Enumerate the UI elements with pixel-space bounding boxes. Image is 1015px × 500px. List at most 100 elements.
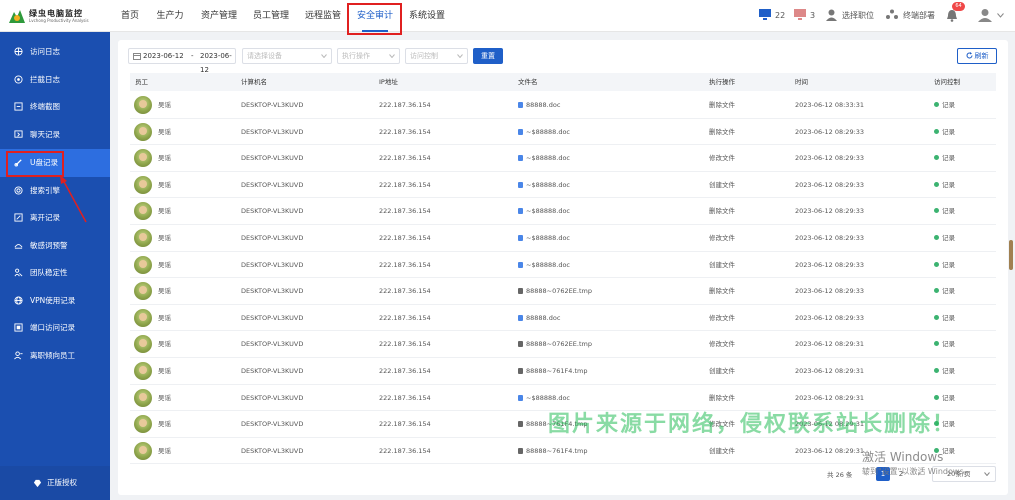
cell-user: 吴谣 xyxy=(158,234,171,242)
file-icon xyxy=(518,288,523,295)
sidebar-item-leave-log[interactable]: 离开记录 xyxy=(0,204,110,231)
cell-filename: ~$88888.doc xyxy=(518,198,570,224)
table-row[interactable]: 吴谣 DESKTOP-VL3KUVD 222.187.36.154 88888~076… xyxy=(130,278,996,305)
file-icon xyxy=(518,128,523,135)
cell-ip: 222.187.36.154 xyxy=(379,420,431,429)
table-row[interactable]: 吴谣 DESKTOP-VL3KUVD 222.187.36.154 ~$88888.d… xyxy=(130,198,996,225)
top-bar: 绿虫电脑监控 Lvchong Productivity Analysis 首页 … xyxy=(0,0,1015,32)
chevron-down-icon[interactable] xyxy=(997,13,1004,18)
avatar[interactable] xyxy=(134,282,152,301)
terminal-deploy[interactable]: 终端部署 xyxy=(903,0,935,32)
sidebar-item-search-engine[interactable]: 搜索引擎 xyxy=(0,177,110,204)
col-access: 访问控制 xyxy=(934,78,960,86)
sidebar-item-vpn-log[interactable]: VPN使用记录 xyxy=(0,287,110,314)
nav-productivity[interactable]: 生产力 xyxy=(156,0,184,32)
table-row[interactable]: 吴谣 DESKTOP-VL3KUVD 222.187.36.154 88888.doc… xyxy=(130,305,996,332)
avatar[interactable] xyxy=(134,388,152,407)
date-range-picker[interactable]: 2023-06-12 - 2023-06-12 xyxy=(128,48,236,74)
file-icon xyxy=(518,447,523,454)
table-row[interactable]: 吴谣 DESKTOP-VL3KUVD 222.187.36.154 ~$88888.d… xyxy=(130,119,996,146)
avatar[interactable] xyxy=(134,122,152,141)
sidebar-item-label: VPN使用记录 xyxy=(30,296,76,305)
warning-icon xyxy=(14,244,23,249)
app-logo[interactable]: 绿虫电脑监控 Lvchong Productivity Analysis xyxy=(8,6,108,26)
filename-text: 88888~0762EE.tmp xyxy=(526,287,592,296)
file-icon xyxy=(518,341,523,348)
monitor-count: 22 xyxy=(775,11,786,20)
table-row[interactable]: 吴谣 DESKTOP-VL3KUVD 222.187.36.154 ~$88888.d… xyxy=(130,172,996,199)
avatar[interactable] xyxy=(134,441,152,460)
cell-filename: 88888~761F4.tmp xyxy=(518,358,587,384)
nav-settings[interactable]: 系统设置 xyxy=(408,0,446,32)
table-row[interactable]: 吴谣 DESKTOP-VL3KUVD 222.187.36.154 ~$88888.d… xyxy=(130,225,996,252)
status-dot-icon xyxy=(934,368,939,373)
col-action: 执行操作 xyxy=(709,78,735,86)
cell-user: 吴谣 xyxy=(158,446,171,455)
chevron-down-icon xyxy=(457,54,463,58)
avatar[interactable] xyxy=(134,335,152,354)
reset-button[interactable]: 重置 xyxy=(473,48,503,64)
sidebar-item-access-log[interactable]: 访问日志 xyxy=(0,38,110,65)
sidebar-item-resign-tendency[interactable]: 离职倾向员工 xyxy=(0,342,110,369)
nav-remote[interactable]: 远程监管 xyxy=(304,0,342,32)
sidebar-item-screenshots[interactable]: 终端截图 xyxy=(0,93,110,120)
table-row[interactable]: 吴谣 DESKTOP-VL3KUVD 222.187.36.154 88888~761… xyxy=(130,358,996,385)
cell-access: 记录 xyxy=(934,278,955,304)
avatar[interactable] xyxy=(134,175,152,194)
select-position[interactable]: 选择职位 xyxy=(842,0,874,32)
action-select-placeholder: 执行操作 xyxy=(342,52,370,60)
cell-action: 创建文件 xyxy=(709,367,735,375)
cell-computer: DESKTOP-VL3KUVD xyxy=(241,367,304,375)
avatar[interactable] xyxy=(134,362,152,380)
sidebar-item-team-stability[interactable]: 团队稳定性 xyxy=(0,259,110,286)
nav-employees[interactable]: 员工管理 xyxy=(252,0,290,32)
avatar[interactable] xyxy=(134,308,152,327)
access-text: 记录 xyxy=(942,287,955,296)
nav-home[interactable]: 首页 xyxy=(118,0,142,32)
refresh-button[interactable]: 刷新 xyxy=(957,48,997,64)
table-row[interactable]: 吴谣 DESKTOP-VL3KUVD 222.187.36.154 88888~076… xyxy=(130,331,996,358)
alert-monitor-icon[interactable] xyxy=(793,8,807,21)
vpn-icon xyxy=(14,296,23,305)
logo-subtitle: Lvchong Productivity Analysis xyxy=(29,18,89,23)
avatar-icon[interactable] xyxy=(978,8,992,22)
cell-action: 修改文件 xyxy=(709,313,735,322)
cell-time: 2023-06-12 08:33:31 xyxy=(795,101,865,109)
cell-user: 吴谣 xyxy=(158,313,171,322)
device-select[interactable]: 请选择设备 xyxy=(242,48,332,64)
action-select[interactable]: 执行操作 xyxy=(337,48,400,64)
cell-ip: 222.187.36.154 xyxy=(379,287,431,296)
access-text: 记录 xyxy=(942,260,955,269)
activate-subtitle: 转到"设置"以激活 Windows。 xyxy=(862,467,972,476)
sidebar-item-chat-log[interactable]: 聊天记录 xyxy=(0,121,110,148)
avatar[interactable] xyxy=(134,96,152,114)
resign-icon xyxy=(14,351,23,360)
sidebar-item-intercept-log[interactable]: 拦截日志 xyxy=(0,66,110,93)
cell-user: 吴谣 xyxy=(158,127,171,136)
sidebar-item-label: 聊天记录 xyxy=(30,130,60,139)
cell-ip: 222.187.36.154 xyxy=(379,340,431,349)
avatar[interactable] xyxy=(134,202,152,221)
cell-filename: ~$88888.doc xyxy=(518,119,570,145)
avatar[interactable] xyxy=(134,255,152,274)
nav-assets[interactable]: 资产管理 xyxy=(200,0,238,32)
sidebar-item-port-log[interactable]: 端口访问记录 xyxy=(0,314,110,341)
table-row[interactable]: 吴谣 DESKTOP-VL3KUVD 222.187.36.154 88888.doc… xyxy=(130,92,996,119)
license-footer[interactable]: 正版授权 xyxy=(0,466,110,500)
status-dot-icon xyxy=(934,288,939,294)
cell-time: 2023-06-12 08:29:33 xyxy=(795,207,865,216)
avatar[interactable] xyxy=(134,415,152,434)
monitor-icon[interactable] xyxy=(758,8,772,21)
avatar[interactable] xyxy=(134,149,152,168)
filename-text: ~$88888.doc xyxy=(526,180,571,189)
access-control-select[interactable]: 访问控制 xyxy=(405,48,468,64)
scrollbar-thumb[interactable] xyxy=(1009,240,1013,270)
cell-computer: DESKTOP-VL3KUVD xyxy=(241,393,304,402)
status-dot-icon xyxy=(934,314,939,320)
avatar[interactable] xyxy=(134,229,152,247)
cell-access: 记录 xyxy=(934,225,955,251)
table-row[interactable]: 吴谣 DESKTOP-VL3KUVD 222.187.36.154 ~$88888.d… xyxy=(130,145,996,172)
file-icon xyxy=(518,394,523,401)
sidebar-item-sensitive-words[interactable]: 敏感词预警 xyxy=(0,232,110,259)
table-row[interactable]: 吴谣 DESKTOP-VL3KUVD 222.187.36.154 ~$88888.d… xyxy=(130,252,996,279)
